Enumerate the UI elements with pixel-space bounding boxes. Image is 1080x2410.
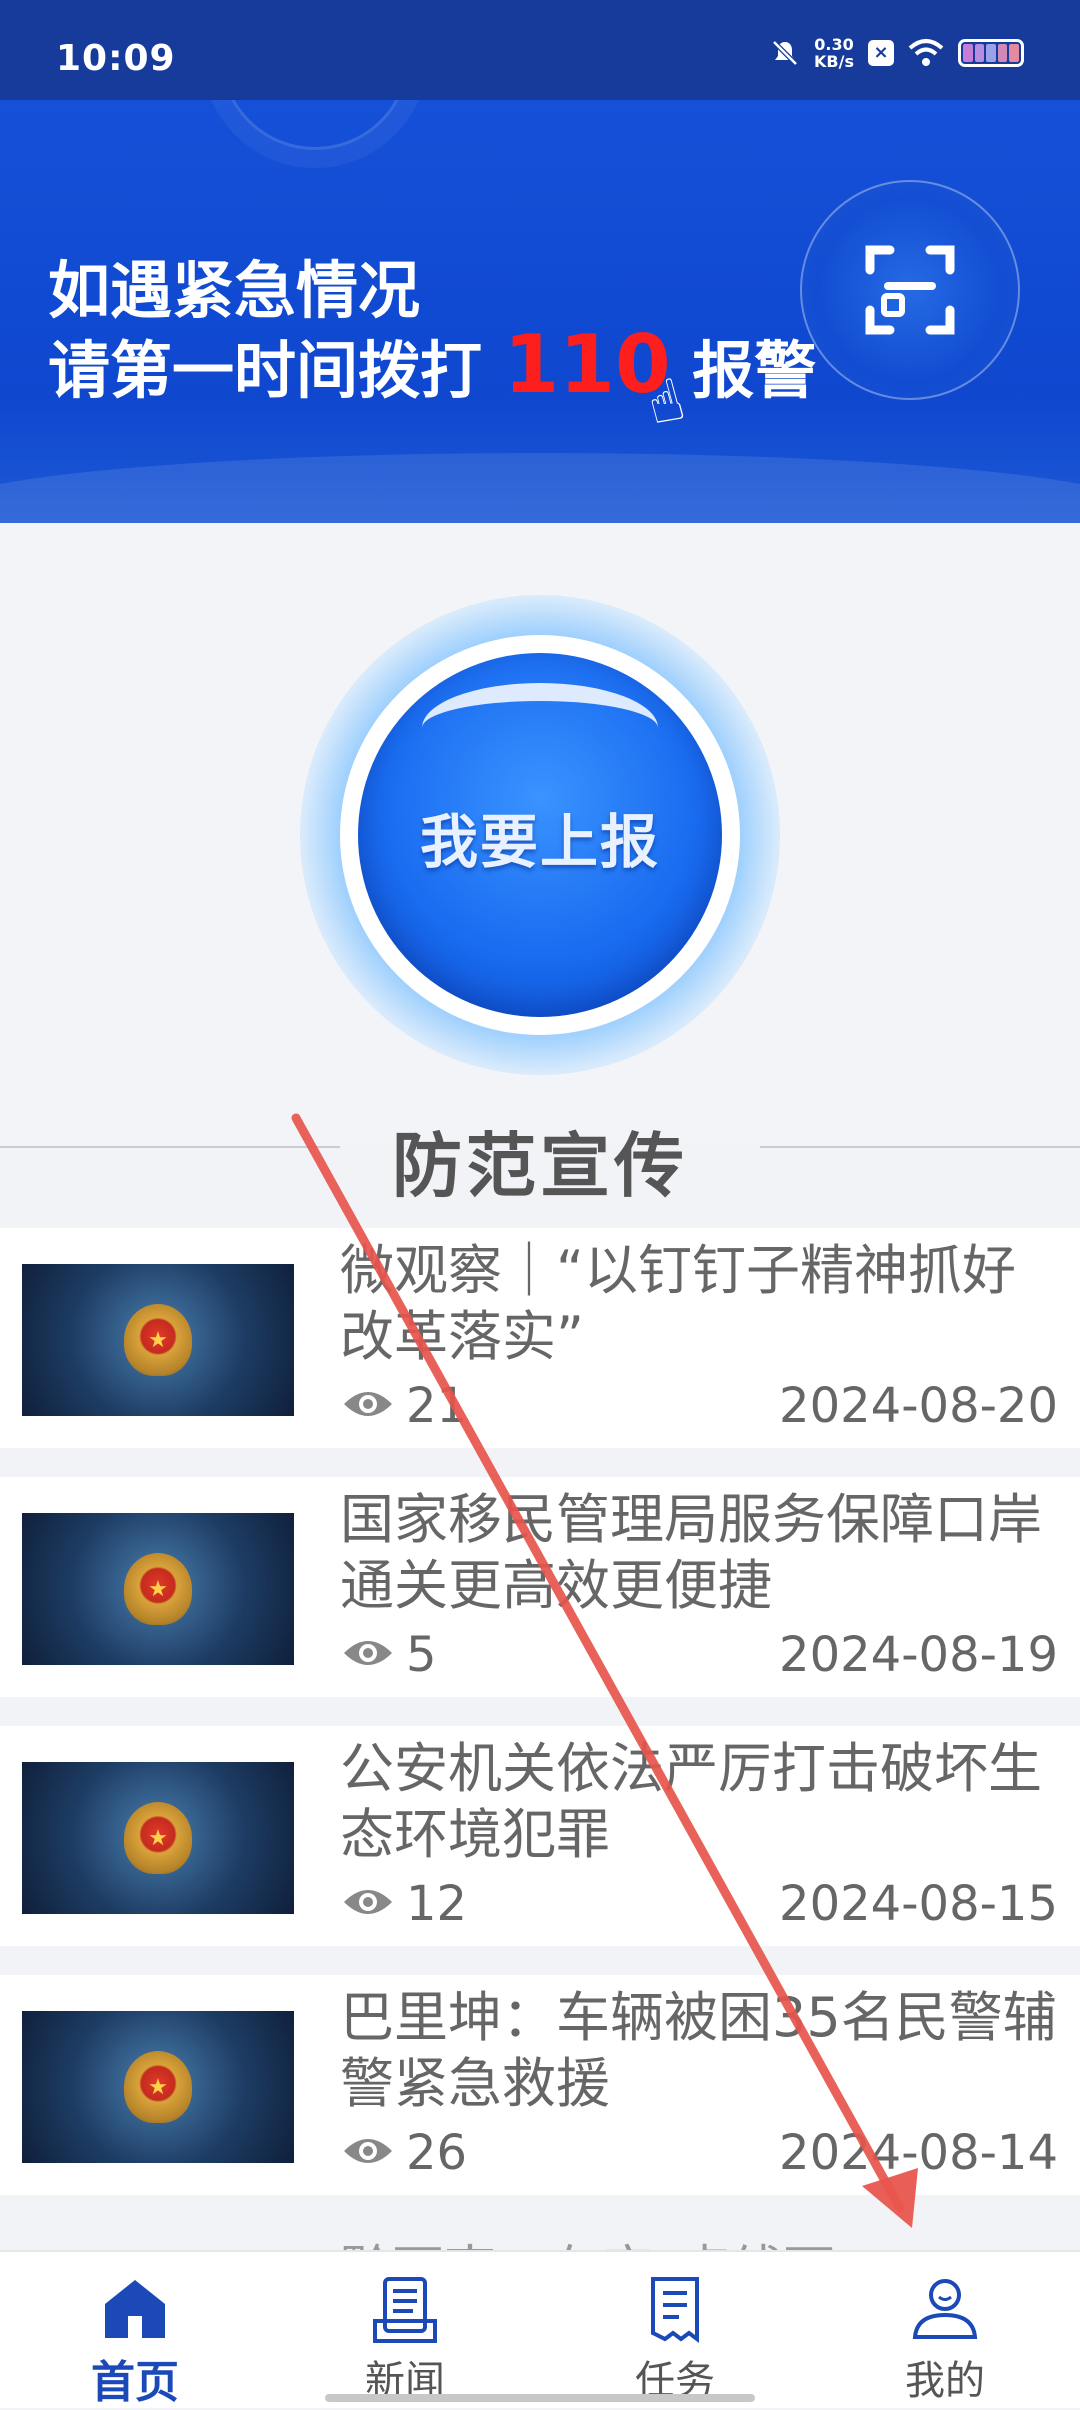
status-bar: 10:09 0.30 KB/s × [0,0,1080,100]
news-views: 12 [406,1876,468,1932]
news-date: 2024-08-14 [779,2125,1058,2181]
banner-line-2: 请第一时间拨打 110 报警 [48,318,816,411]
section-header: 防范宣传 [0,1100,1080,1220]
report-highlight-arc [422,683,658,773]
tab-profile-label: 我的 [905,2358,985,2404]
eye-icon [344,2139,392,2163]
decorative-rings [220,100,410,150]
wifi-icon [908,39,944,66]
news-title: 微观察｜“以钉钉子精神抓好改革落实” [340,1239,1016,1368]
news-item[interactable]: ★ 巴里坤：车辆被困35名民警辅警紧急救援 26 2024-08-14 [0,1975,1080,2195]
news-thumbnail: ★ [22,1762,294,1914]
report-button-label: 我要上报 [419,808,660,876]
gesture-bar[interactable] [325,2394,755,2402]
report-button[interactable]: 我要上报 [358,653,722,1017]
net-speed-value: 0.30 [814,35,854,54]
mute-icon [772,40,798,66]
news-views: 5 [406,1627,437,1683]
tab-home-label: 首页 [91,2357,179,2408]
tab-home[interactable]: 首页 [0,2252,270,2408]
sim-x-icon: × [868,40,894,66]
police-emblem-icon: ★ [124,1553,192,1625]
decorative-wave [0,453,1080,523]
report-area: 我要上报 [0,523,1080,1143]
news-icon [373,2277,437,2343]
net-speed-unit: KB/s [814,52,854,71]
eye-icon [344,1641,392,1665]
tab-tasks[interactable]: 任务 [540,2252,810,2408]
banner-line-2-prefix: 请第一时间拨打 [48,334,483,407]
battery-icon [958,39,1024,67]
news-date: 2024-08-20 [779,1378,1058,1434]
eye-icon [344,1890,392,1914]
news-views: 26 [406,2125,468,2181]
profile-icon [912,2279,978,2339]
news-title: 巴里坤：车辆被困35名民警辅警紧急救援 [340,1986,1057,2115]
news-meta: 21 2024-08-20 [342,1378,1058,1434]
news-thumbnail: ★ [22,1513,294,1665]
news-title: 公安机关依法严厉打击破坏生态环境犯罪 [340,1737,1042,1866]
net-speed: 0.30 KB/s [814,36,854,70]
eye-icon [344,1392,392,1416]
news-item[interactable]: ★ 公安机关依法严厉打击破坏生态环境犯罪 12 2024-08-15 [0,1726,1080,1946]
police-emblem-icon: ★ [124,1304,192,1376]
news-item[interactable]: ★ 微观察｜“以钉钉子精神抓好改革落实” 21 2024-08-20 [0,1228,1080,1448]
police-emblem-icon: ★ [124,1802,192,1874]
home-icon [105,2280,165,2338]
news-date: 2024-08-15 [779,1876,1058,1932]
emergency-banner[interactable]: 如遇紧急情况 请第一时间拨打 110 报警 ☝ [0,100,1080,523]
news-meta: 26 2024-08-14 [342,2125,1058,2181]
news-title: 国家移民管理局服务保障口岸通关更高效更便捷 [340,1488,1042,1617]
news-item[interactable]: ★ 国家移民管理局服务保障口岸通关更高效更便捷 5 2024-08-19 [0,1477,1080,1697]
banner-line-2-suffix: 报警 [692,334,817,407]
police-emblem-icon: ★ [124,2051,192,2123]
status-icons: 0.30 KB/s × [770,36,1024,70]
scan-button[interactable] [800,180,1020,400]
bottom-nav: 首页 新闻 任务 我的 [0,2250,1080,2408]
news-views: 21 [406,1378,468,1434]
task-icon [651,2277,699,2343]
scan-icon [865,245,955,335]
banner-line-1: 如遇紧急情况 [48,254,421,327]
news-thumbnail: ★ [22,2011,294,2163]
news-meta: 12 2024-08-15 [342,1876,1058,1932]
tab-news[interactable]: 新闻 [270,2252,540,2408]
news-meta: 5 2024-08-19 [342,1627,1058,1683]
tab-profile[interactable]: 我的 [810,2252,1080,2408]
news-thumbnail: ★ [22,1264,294,1416]
clock: 10:09 [56,38,176,79]
news-date: 2024-08-19 [779,1627,1058,1683]
news-list: ★ 微观察｜“以钉钉子精神抓好改革落实” 21 2024-08-20 ★ 国家移… [0,1228,1080,2224]
section-title: 防范宣传 [392,1125,688,1207]
